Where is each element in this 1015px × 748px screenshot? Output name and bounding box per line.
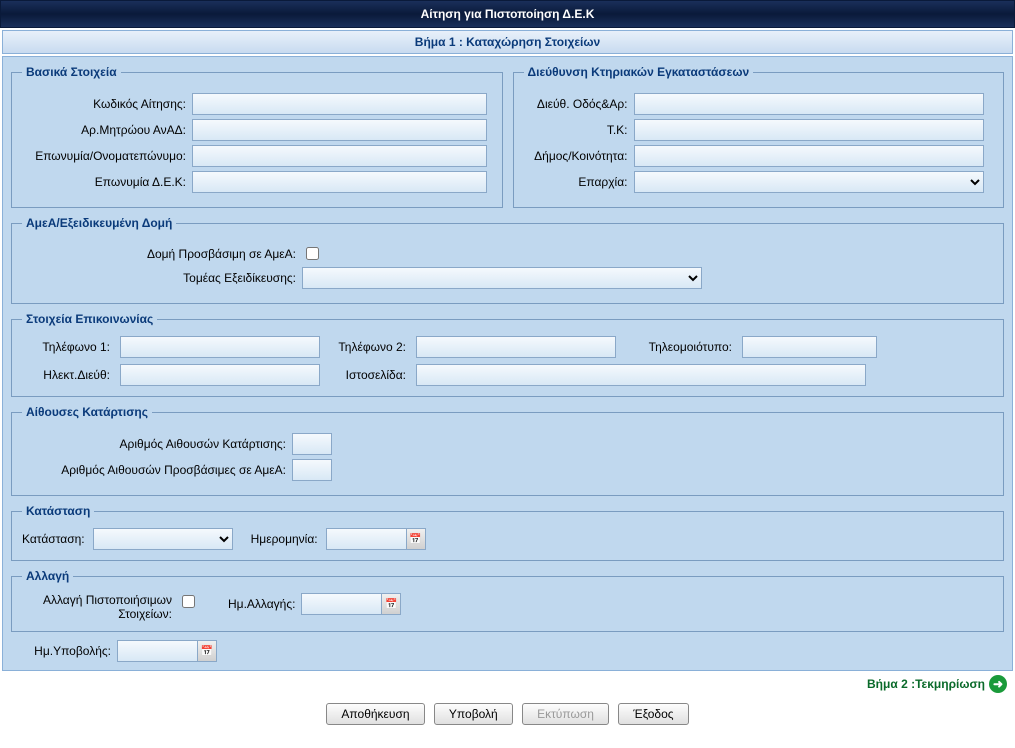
phone1-input[interactable] [120, 336, 320, 358]
next-step-link[interactable]: Βήμα 2 :Τεκμηρίωση ➜ [867, 675, 1007, 693]
window-title: Αίτηση για Πιστοποίηση Δ.Ε.Κ [421, 7, 595, 21]
change-fieldset: Αλλαγή Αλλαγή Πιστοποιήσιμων Στοιχείων: … [11, 569, 1004, 632]
amea-fieldset: ΑμεΑ/Εξειδικευμένη Δομή Δομή Προσβάσιμη … [11, 216, 1004, 304]
dek-label: Επωνυμία Δ.Ε.Κ: [22, 175, 192, 189]
rooms-accessible-input[interactable] [292, 459, 332, 481]
calendar-icon[interactable]: 📅 [406, 528, 426, 550]
rooms-count-input[interactable] [292, 433, 332, 455]
phone1-label: Τηλέφωνο 1: [22, 340, 112, 354]
status-label: Κατάσταση: [22, 532, 87, 546]
phone2-label: Τηλέφωνο 2: [328, 340, 408, 354]
fax-label: Τηλεομοιότυπο: [624, 340, 734, 354]
name-label: Επωνυμία/Ονοματεπώνυμο: [22, 149, 192, 163]
amea-accessible-label: Δομή Προσβάσιμη σε ΑμεΑ: [22, 247, 302, 261]
basic-legend: Βασικά Στοιχεία [22, 65, 121, 79]
amea-legend: ΑμεΑ/Εξειδικευμένη Δομή [22, 216, 176, 230]
status-legend: Κατάσταση [22, 504, 94, 518]
footer-nav: Βήμα 2 :Τεκμηρίωση ➜ [0, 671, 1015, 697]
exit-button[interactable]: Έξοδος [618, 703, 688, 725]
status-select[interactable] [93, 528, 233, 550]
change-checkbox[interactable] [182, 595, 195, 608]
postal-input[interactable] [634, 119, 984, 141]
submission-date-label: Ημ.Υποβολής: [11, 644, 111, 658]
basic-fieldset: Βασικά Στοιχεία Κωδικός Αίτησης: Αρ.Μητρ… [11, 65, 503, 208]
contact-legend: Στοιχεία Επικοινωνίας [22, 312, 157, 326]
change-date-label: Ημ.Αλλαγής: [228, 597, 295, 611]
code-input[interactable] [192, 93, 487, 115]
postal-label: Τ.Κ: [524, 123, 634, 137]
rooms-fieldset: Αίθουσες Κατάρτισης Αριθμός Αιθουσών Κατ… [11, 405, 1004, 496]
dek-input[interactable] [192, 171, 487, 193]
step-label: Βήμα 1 : Καταχώρηση Στοιχείων [415, 35, 600, 49]
amea-accessible-checkbox[interactable] [306, 247, 319, 260]
registry-label: Αρ.Μητρώου ΑνΑΔ: [22, 123, 192, 137]
contact-fieldset: Στοιχεία Επικοινωνίας Τηλέφωνο 1: Τηλέφω… [11, 312, 1004, 397]
street-input[interactable] [634, 93, 984, 115]
registry-input[interactable] [192, 119, 487, 141]
street-label: Διεύθ. Οδός&Αρ: [524, 97, 634, 111]
form-content: Βασικά Στοιχεία Κωδικός Αίτησης: Αρ.Μητρ… [2, 56, 1013, 671]
email-input[interactable] [120, 364, 320, 386]
code-label: Κωδικός Αίτησης: [22, 97, 192, 111]
change-legend: Αλλαγή [22, 569, 73, 583]
calendar-icon[interactable]: 📅 [381, 593, 401, 615]
next-step-label: Βήμα 2 :Τεκμηρίωση [867, 677, 985, 691]
district-label: Επαρχία: [524, 175, 634, 189]
website-label: Ιστοσελίδα: [328, 368, 408, 382]
address-fieldset: Διεύθυνση Κτηριακών Εγκαταστάσεων Διεύθ.… [513, 65, 1005, 208]
submission-date-input[interactable] [117, 640, 197, 662]
district-select[interactable] [634, 171, 984, 193]
rooms-legend: Αίθουσες Κατάρτισης [22, 405, 152, 419]
window-title-bar: Αίτηση για Πιστοποίηση Δ.Ε.Κ [0, 0, 1015, 28]
calendar-icon[interactable]: 📅 [197, 640, 217, 662]
email-label: Ηλεκτ.Διεύθ: [22, 368, 112, 382]
save-button[interactable]: Αποθήκευση [326, 703, 424, 725]
status-date-input[interactable] [326, 528, 406, 550]
municipality-input[interactable] [634, 145, 984, 167]
website-input[interactable] [416, 364, 866, 386]
fax-input[interactable] [742, 336, 877, 358]
specialization-label: Τομέας Εξειδίκευσης: [22, 271, 302, 285]
change-label: Αλλαγή Πιστοποιήσιμων Στοιχείων: [22, 593, 172, 621]
step-header: Βήμα 1 : Καταχώρηση Στοιχείων [2, 30, 1013, 54]
phone2-input[interactable] [416, 336, 616, 358]
change-date-input[interactable] [301, 593, 381, 615]
arrow-right-icon: ➜ [989, 675, 1007, 693]
name-input[interactable] [192, 145, 487, 167]
rooms-accessible-label: Αριθμός Αιθουσών Προσβάσιμες σε ΑμεΑ: [22, 463, 292, 477]
status-date-label: Ημερομηνία: [251, 532, 320, 546]
status-fieldset: Κατάσταση Κατάσταση: Ημερομηνία: 📅 [11, 504, 1004, 561]
specialization-select[interactable] [302, 267, 702, 289]
submit-button[interactable]: Υποβολή [434, 703, 513, 725]
rooms-count-label: Αριθμός Αιθουσών Κατάρτισης: [22, 437, 292, 451]
button-bar: Αποθήκευση Υποβολή Εκτύπωση Έξοδος [0, 697, 1015, 737]
municipality-label: Δήμος/Κοινότητα: [524, 149, 634, 163]
print-button[interactable]: Εκτύπωση [522, 703, 609, 725]
address-legend: Διεύθυνση Κτηριακών Εγκαταστάσεων [524, 65, 754, 79]
